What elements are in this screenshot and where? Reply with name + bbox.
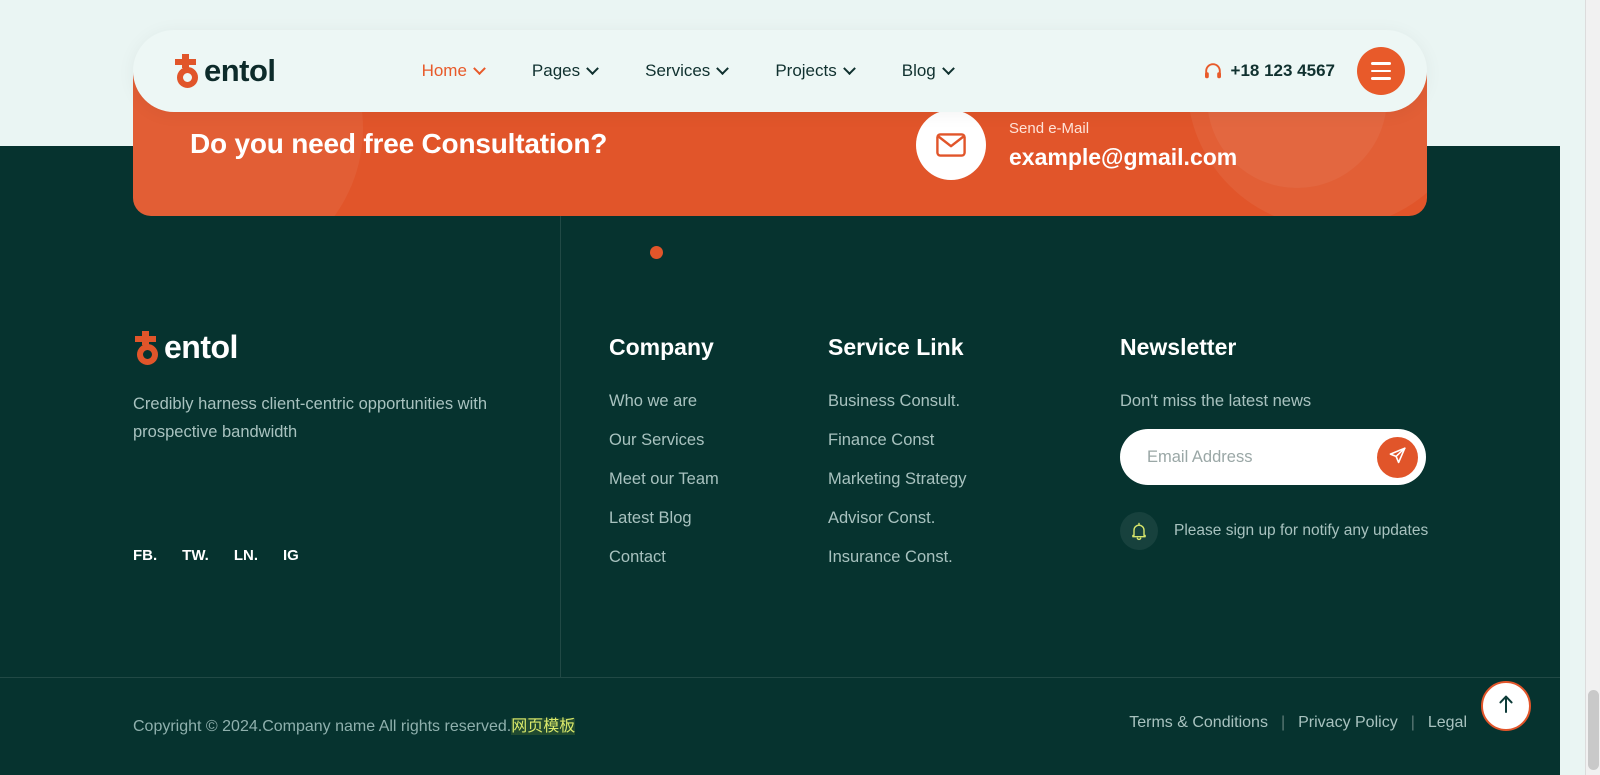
footer-tagline: Credibly harness client-centric opportun… xyxy=(133,395,487,441)
footer-about-column: entol Credibly harness client-centric op… xyxy=(133,329,513,446)
newsletter-note-text: Please sign up for notify any updates xyxy=(1174,522,1429,539)
nav-item-home[interactable]: Home xyxy=(421,61,486,81)
footer-column-heading: Service Link xyxy=(828,334,964,360)
envelope-icon xyxy=(916,110,986,180)
separator: | xyxy=(1280,714,1286,731)
nav-label: Pages xyxy=(531,61,581,80)
footer-link-meet-our-team[interactable]: Meet our Team xyxy=(609,470,719,489)
brand-name: entol xyxy=(204,53,276,88)
social-link-instagram[interactable]: IG xyxy=(283,547,299,564)
b-logo-icon xyxy=(133,330,163,365)
header-logo[interactable]: entol xyxy=(173,53,276,89)
cta-email-block[interactable]: Send e-Mail example@gmail.com xyxy=(916,110,1237,180)
cta-email-address: example@gmail.com xyxy=(1009,143,1238,170)
newsletter-subtitle: Don't miss the latest news xyxy=(1120,392,1312,410)
footer-link-advisor-const[interactable]: Advisor Const. xyxy=(828,509,966,528)
scroll-to-top-button[interactable] xyxy=(1481,681,1531,731)
chevron-down-icon xyxy=(473,61,486,75)
header-phone[interactable]: +18 123 4567 xyxy=(1204,61,1335,81)
legal-link-privacy[interactable]: Privacy Policy xyxy=(1298,714,1398,732)
nav-item-pages[interactable]: Pages xyxy=(531,61,599,81)
email-input[interactable] xyxy=(1147,447,1362,467)
nav-item-blog[interactable]: Blog xyxy=(901,61,955,81)
footer-link-marketing-strategy[interactable]: Marketing Strategy xyxy=(828,470,966,489)
b-logo-icon xyxy=(173,54,203,88)
cta-title: Do you need free Consultation? xyxy=(190,128,608,159)
footer-brand-name: entol xyxy=(164,329,238,365)
newsletter-submit-button[interactable] xyxy=(1377,436,1418,478)
footer-company-column: Company Who we are Our Services Meet our… xyxy=(609,334,719,587)
page-scrollbar[interactable] xyxy=(1585,0,1600,775)
social-link-linkedin[interactable]: LN. xyxy=(234,547,258,564)
decorative-dot xyxy=(650,246,663,259)
social-link-facebook[interactable]: FB. xyxy=(133,547,157,564)
footer-link-who-we-are[interactable]: Who we are xyxy=(609,392,719,411)
footer-column-heading: Company xyxy=(609,334,714,360)
nav-item-projects[interactable]: Projects xyxy=(775,61,856,81)
nav-item-services[interactable]: Services xyxy=(645,61,730,81)
chevron-down-icon xyxy=(941,61,955,75)
copyright-label: Copyright © 2024.Company name All rights… xyxy=(133,718,512,735)
phone-number: +18 123 4567 xyxy=(1230,61,1335,80)
chevron-down-icon xyxy=(716,61,730,75)
headphone-icon xyxy=(1204,62,1222,80)
arrow-up-icon xyxy=(1496,693,1516,720)
nav-label: Projects xyxy=(775,61,837,80)
footer-vertical-divider xyxy=(560,216,561,677)
cta-email-label: Send e-Mail xyxy=(1009,119,1090,137)
hamburger-menu-icon[interactable] xyxy=(1357,47,1405,95)
site-header: entol Home Pages Services Projects Blog xyxy=(133,30,1427,112)
newsletter-form xyxy=(1120,429,1426,485)
header-actions: +18 123 4567 xyxy=(1204,47,1405,95)
footer-link-business-consult[interactable]: Business Consult. xyxy=(828,392,966,411)
footer-column-heading: Newsletter xyxy=(1120,334,1237,360)
footer-link-our-services[interactable]: Our Services xyxy=(609,431,719,450)
bell-icon xyxy=(1120,512,1158,550)
nav-label: Services xyxy=(645,61,711,80)
legal-links: Terms & Conditions | Privacy Policy | Le… xyxy=(1129,714,1467,732)
chevron-down-icon xyxy=(842,61,856,75)
legal-link-legal[interactable]: Legal xyxy=(1428,714,1467,732)
newsletter-note: Please sign up for notify any updates xyxy=(1120,512,1428,550)
copyright-text: Copyright © 2024.Company name All rights… xyxy=(133,712,576,736)
footer-newsletter-column: Newsletter Don't miss the latest news Pl… xyxy=(1120,334,1428,550)
footer-social-links: FB. TW. LN. IG xyxy=(133,547,299,564)
footer-link-finance-const[interactable]: Finance Const xyxy=(828,431,966,450)
footer-logo[interactable]: entol xyxy=(133,329,513,366)
footer-link-latest-blog[interactable]: Latest Blog xyxy=(609,509,719,528)
footer-service-column: Service Link Business Consult. Finance C… xyxy=(828,334,966,587)
scrollbar-thumb[interactable] xyxy=(1588,690,1599,770)
nav-label: Blog xyxy=(901,61,936,80)
template-credit-link[interactable]: 网页模板 xyxy=(511,718,576,735)
social-link-twitter[interactable]: TW. xyxy=(182,547,209,564)
separator: | xyxy=(1410,714,1415,731)
footer-horizontal-divider xyxy=(0,677,1560,678)
chevron-down-icon xyxy=(586,61,599,75)
legal-link-terms[interactable]: Terms & Conditions xyxy=(1129,714,1268,732)
main-navigation: Home Pages Services Projects Blog xyxy=(421,61,955,81)
footer-link-contact[interactable]: Contact xyxy=(609,548,719,567)
paper-plane-icon xyxy=(1388,446,1407,468)
nav-label: Home xyxy=(421,61,467,80)
footer-link-insurance-const[interactable]: Insurance Const. xyxy=(828,548,966,567)
